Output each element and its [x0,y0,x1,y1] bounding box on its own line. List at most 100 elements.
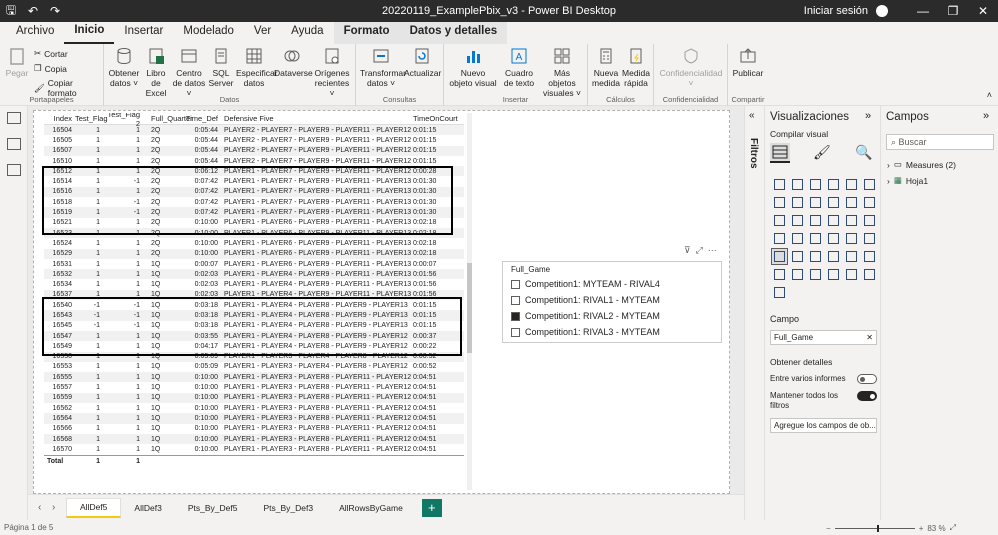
table-row[interactable]: 16553 1 1 1Q 0:05:09 PLAYER1 - PLAYER3 - PLAY… [44,362,464,372]
narrative-icon[interactable] [807,266,824,283]
close-button[interactable]: ✕ [968,4,998,18]
table-scrollbar[interactable] [467,113,472,490]
tab-formato[interactable]: Formato [333,22,400,44]
header-time-def[interactable]: Time_Def [183,114,221,123]
tree-item-measures[interactable]: › ▭ Measures (2) [887,159,956,170]
table-row[interactable]: 16562 1 1 1Q 0:10:00 PLAYER1 - PLAYER3 - PLAY… [44,403,464,413]
header-test-flag2[interactable]: Test_Flag 2 [103,113,143,128]
zoom-out-button[interactable]: − [826,524,831,533]
table-row[interactable]: 16524 1 1 2Q 0:10:00 PLAYER1 - PLAYER6 - PLAY… [44,238,464,248]
data-view-icon[interactable] [7,138,21,150]
table-row[interactable]: 16531 1 1 1Q 0:00:07 PLAYER1 - PLAYER6 - PLAY… [44,259,464,269]
map-icon[interactable] [771,230,788,247]
r-visual-icon[interactable] [825,248,842,265]
maximize-button[interactable]: ❐ [938,4,968,18]
redo-icon[interactable]: ↷ [44,0,66,22]
line-icon[interactable] [771,194,788,211]
page-tab-pts-by-def3[interactable]: Pts_By_Def3 [250,498,326,518]
table-row[interactable]: 16566 1 1 1Q 0:10:00 PLAYER1 - PLAYER3 - PLAY… [44,424,464,434]
table-row[interactable]: 16504 1 1 2Q 0:05:44 PLAYER2 - PLAYER7 - PLAY… [44,125,464,136]
100-column-icon[interactable] [861,176,878,193]
recent-sources-button[interactable]: Orígenes recientes ˅ [312,46,352,98]
checkbox-icon[interactable] [511,279,520,289]
tab-inicio[interactable]: Inicio [64,22,115,44]
paginated-icon[interactable] [825,266,842,283]
page-tab-alldef5[interactable]: AllDef5 [66,497,122,518]
tab-insertar[interactable]: Insertar [114,22,173,44]
textbox-button[interactable]: A Cuadro de texto [500,46,538,88]
tab-archivo[interactable]: Archivo [6,22,64,44]
tab-ver[interactable]: Ver [244,22,281,44]
account-avatar[interactable] [876,5,888,17]
new-measure-button[interactable]: Nueva medida [592,46,620,88]
slicer-item[interactable]: Competition1: RIVAL2 - MYTEAM [511,311,660,321]
more-visuals-icon[interactable] [771,284,788,301]
kpi-icon[interactable] [861,230,878,247]
chevron-right-icon[interactable]: › [887,160,890,170]
header-index[interactable]: Index [44,114,75,123]
collapse-ribbon-icon[interactable]: ˄ [987,90,992,100]
more-visuals-button[interactable]: Más objetos visuales ˅ [540,46,584,98]
filter-icon[interactable]: ⊽ [684,245,691,256]
header-full-quarter[interactable]: Full_Quarter [143,114,193,123]
minimize-button[interactable]: — [908,4,938,18]
decomposition-icon[interactable] [771,266,788,283]
expand-filters-icon[interactable]: « [749,110,755,121]
prev-page-icon[interactable]: ‹ [38,502,52,513]
full-game-slicer[interactable]: Full_Game Competition1: MYTEAM - RIVAL4 … [502,261,722,343]
table-row[interactable]: 16555 1 1 1Q 0:10:00 PLAYER1 - PLAYER3 - PLAY… [44,372,464,383]
cross-report-toggle[interactable] [857,374,877,384]
build-visual-tab[interactable] [770,143,790,163]
table-icon[interactable] [789,248,806,265]
clustered-bar-icon[interactable] [807,176,824,193]
gauge-icon[interactable] [807,230,824,247]
power-automate-icon[interactable] [861,266,878,283]
fit-page-icon[interactable]: ⤢ [950,523,956,533]
new-visual-button[interactable]: Nuevo objeto visual [448,46,498,88]
table-row[interactable]: 16559 1 1 1Q 0:10:00 PLAYER1 - PLAYER3 - PLAY… [44,392,464,404]
publish-button[interactable]: Publicar [730,46,766,78]
multirow-card-icon[interactable] [843,230,860,247]
header-defensive-five[interactable]: Defensive Five [221,114,411,123]
pie-icon[interactable] [825,212,842,229]
zoom-slider[interactable] [834,524,915,532]
table-row[interactable]: 16570 1 1 1Q 0:10:00 PLAYER1 - PLAYER3 - PLAY… [44,444,464,454]
waterfall-icon[interactable] [771,212,788,229]
zoom-slider-knob[interactable] [876,524,879,532]
transform-data-button[interactable]: Transformar datos ˅ [360,46,406,88]
more-options-icon[interactable]: ⋯ [708,245,717,256]
filters-pane[interactable]: « Filtros [744,106,764,520]
cut-button[interactable]: ✂ Cortar [34,48,68,59]
clustered-column-icon[interactable] [825,176,842,193]
area-icon[interactable] [789,194,806,211]
ribbon-icon[interactable] [861,194,878,211]
scatter-icon[interactable] [807,212,824,229]
slicer-item[interactable]: Competition1: MYTEAM - RIVAL4 [511,279,660,289]
analytics-tab-icon[interactable]: 🔍 [855,144,872,161]
next-page-icon[interactable]: › [52,502,66,513]
collapse-viz-icon[interactable]: » [865,110,871,122]
paste-button[interactable]: Pegar [4,46,30,78]
table-row[interactable]: 16534 1 1 1Q 0:02:03 PLAYER1 - PLAYER4 - PLAY… [44,279,464,289]
get-data-button[interactable]: Obtener datos ˅ [108,46,140,88]
table-row[interactable]: 16557 1 1 1Q 0:10:00 PLAYER1 - PLAYER3 - PLAY… [44,382,464,392]
enter-data-button[interactable]: Especificar datos [236,46,278,88]
table-row[interactable]: 16564 1 1 1Q 0:10:00 PLAYER1 - PLAYER3 - PLAY… [44,413,464,424]
line-clustered-icon[interactable] [843,194,860,211]
table-row[interactable]: 16510 1 1 2Q 0:05:44 PLAYER2 - PLAYER7 - PLAY… [44,156,464,166]
line-column-icon[interactable] [825,194,842,211]
focus-mode-icon[interactable]: ⤢ [696,245,703,256]
checkbox-icon[interactable] [511,327,520,337]
table-row[interactable]: 16568 1 1 1Q 0:10:00 PLAYER1 - PLAYER3 - PLAY… [44,433,464,445]
table-row[interactable]: 16507 1 1 2Q 0:05:44 PLAYER2 - PLAYER7 - PLAY… [44,145,464,156]
stacked-column-icon[interactable] [789,176,806,193]
stacked-bar-icon[interactable] [771,176,788,193]
tab-ayuda[interactable]: Ayuda [281,22,333,44]
dataverse-button[interactable]: Dataverse [274,46,313,78]
collapse-fields-icon[interactable]: » [983,110,989,122]
card-icon[interactable] [825,230,842,247]
chevron-right-icon[interactable]: › [887,176,890,186]
100-bar-icon[interactable] [843,176,860,193]
funnel-icon[interactable] [789,212,806,229]
slicer-item[interactable]: Competition1: RIVAL3 - MYTEAM [511,327,660,337]
